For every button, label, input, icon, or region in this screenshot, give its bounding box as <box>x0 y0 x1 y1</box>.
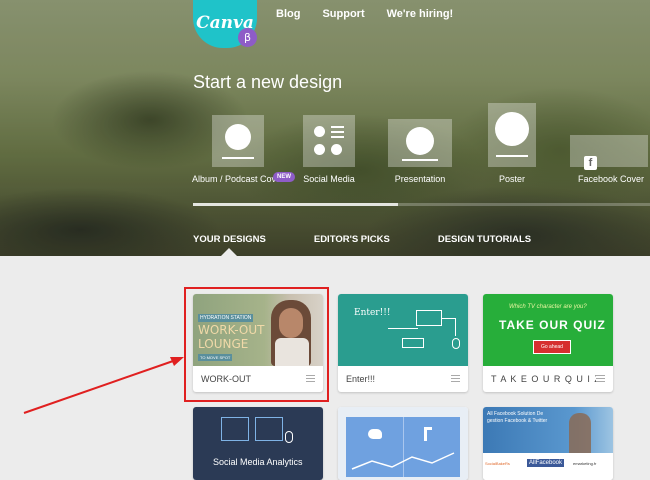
nav-blog-link[interactable]: Blog <box>276 8 300 20</box>
design-tabs: YOUR DESIGNS EDITOR'S PICKS DESIGN TUTOR… <box>193 234 579 245</box>
social-media-icon <box>303 115 355 167</box>
card-footer: T A K E O U R Q U I Z <box>483 366 613 392</box>
active-tab-pointer <box>220 248 238 257</box>
logo-emarketing: emarketing.fr <box>573 461 597 466</box>
design-thumbnail: All Facebook Solution De gestion Faceboo… <box>483 407 613 453</box>
design-type-presentation[interactable]: Presentation <box>380 119 460 184</box>
design-type-facebook-cover[interactable]: f Facebook Cover <box>570 135 648 184</box>
facebook-cover-icon: f <box>570 135 648 170</box>
tab-design-tutorials[interactable]: DESIGN TUTORIALS <box>438 234 531 245</box>
annotation-highlight-box <box>184 287 329 402</box>
design-type-label: Poster <box>498 174 525 184</box>
card-menu-icon[interactable] <box>596 375 605 383</box>
beta-badge: β <box>238 28 257 47</box>
design-card-social-analytics[interactable]: Social Media Analytics <box>193 407 323 480</box>
trend-line <box>351 452 455 470</box>
design-type-poster[interactable]: Poster <box>476 103 548 184</box>
design-card-twitter-facebook[interactable] <box>338 407 468 480</box>
thumb-question: Which TV character are you? <box>509 304 587 310</box>
design-thumbnail: Which TV character are you? TAKE OUR QUI… <box>483 294 613 366</box>
top-nav: Blog Support We're hiring! <box>276 8 453 20</box>
design-types-scrollbar[interactable] <box>193 203 650 206</box>
tab-your-designs[interactable]: YOUR DESIGNS <box>193 234 266 245</box>
poster-icon <box>488 103 536 167</box>
card-menu-icon[interactable] <box>451 375 460 383</box>
design-thumbnail <box>338 407 468 480</box>
card-footer: Enter!!! <box>338 366 468 392</box>
design-card-enter[interactable]: Enter!!! Enter!!! <box>338 294 468 392</box>
facebook-f-icon: f <box>584 156 597 170</box>
design-thumbnail: Social Media Analytics <box>193 407 323 480</box>
logo-socialbakers: SocialBakeRs <box>485 461 510 466</box>
design-type-label: Album / Podcast Cover <box>191 174 285 184</box>
thumb-heading: Enter!!! <box>354 308 391 318</box>
design-type-label: Social Media <box>303 174 355 184</box>
thumb-button: Go ahead <box>533 340 571 354</box>
twitter-icon <box>368 429 382 439</box>
thumb-heading: TAKE OUR QUIZ <box>499 318 606 332</box>
tab-editors-picks[interactable]: EDITOR'S PICKS <box>314 234 390 245</box>
facebook-icon <box>424 427 432 441</box>
album-cover-icon <box>212 115 264 167</box>
scrollbar-thumb[interactable] <box>193 203 398 206</box>
card-title: T A K E O U R Q U I Z <box>491 374 596 384</box>
thumb-caption: Social Media Analytics <box>213 457 303 467</box>
thumb-line-1: All Facebook Solution De <box>487 411 544 417</box>
logo-allfacebook: AllFacebook <box>527 459 565 467</box>
design-type-label: Presentation <box>394 174 446 184</box>
presentation-icon <box>388 119 452 167</box>
design-type-label: Facebook Cover <box>578 174 645 184</box>
card-title: Enter!!! <box>346 374 376 384</box>
thumb-line-2: gestion Facebook & Twitter <box>487 418 548 424</box>
design-card-quiz[interactable]: Which TV character are you? TAKE OUR QUI… <box>483 294 613 392</box>
design-card-allfacebook[interactable]: All Facebook Solution De gestion Faceboo… <box>483 407 613 480</box>
nav-support-link[interactable]: Support <box>322 8 364 20</box>
design-type-album-cover[interactable]: Album / Podcast Cover <box>190 115 286 184</box>
hero-title: Start a new design <box>193 72 343 92</box>
design-thumbnail: Enter!!! <box>338 294 468 366</box>
design-type-social-media[interactable]: Social Media <box>290 115 368 184</box>
nav-hiring-link[interactable]: We're hiring! <box>387 8 454 20</box>
